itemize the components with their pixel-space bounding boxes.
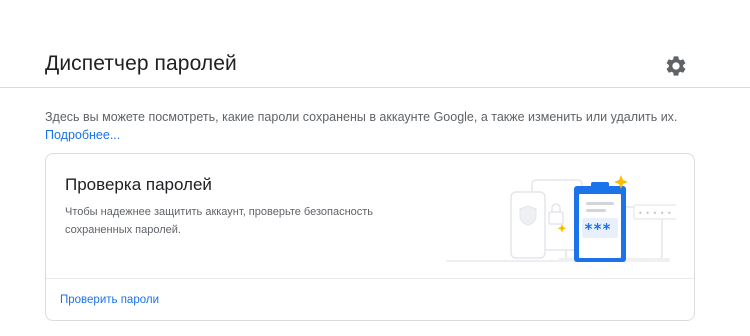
password-checkup-illustration: • • • • • *** [446, 175, 676, 262]
hidden-password-text: • • • • • [638, 209, 672, 218]
page-title: Диспетчер паролей [45, 52, 237, 75]
phone-icon [510, 191, 546, 259]
check-passwords-button[interactable]: Проверить пароли [60, 292, 159, 308]
clipboard-icon: *** [574, 182, 626, 262]
intro-section: Здесь вы можете посмотреть, какие пароли… [45, 108, 725, 144]
intro-text: Здесь вы можете посмотреть, какие пароли… [45, 110, 678, 124]
password-checkup-card: Проверка паролей Чтобы надежнее защитить… [45, 153, 695, 321]
settings-button[interactable] [664, 54, 688, 78]
card-title: Проверка паролей [65, 175, 212, 194]
card-description: Чтобы надежнее защитить аккаунт, проверь… [65, 206, 374, 236]
clipboard-password-text: *** [584, 220, 611, 238]
page-header: Диспетчер паролей [0, 0, 750, 88]
card-divider [46, 278, 694, 279]
hidden-password-field: • • • • • [633, 204, 676, 220]
learn-more-link[interactable]: Подробнее... [45, 126, 120, 144]
gear-icon [666, 56, 686, 76]
